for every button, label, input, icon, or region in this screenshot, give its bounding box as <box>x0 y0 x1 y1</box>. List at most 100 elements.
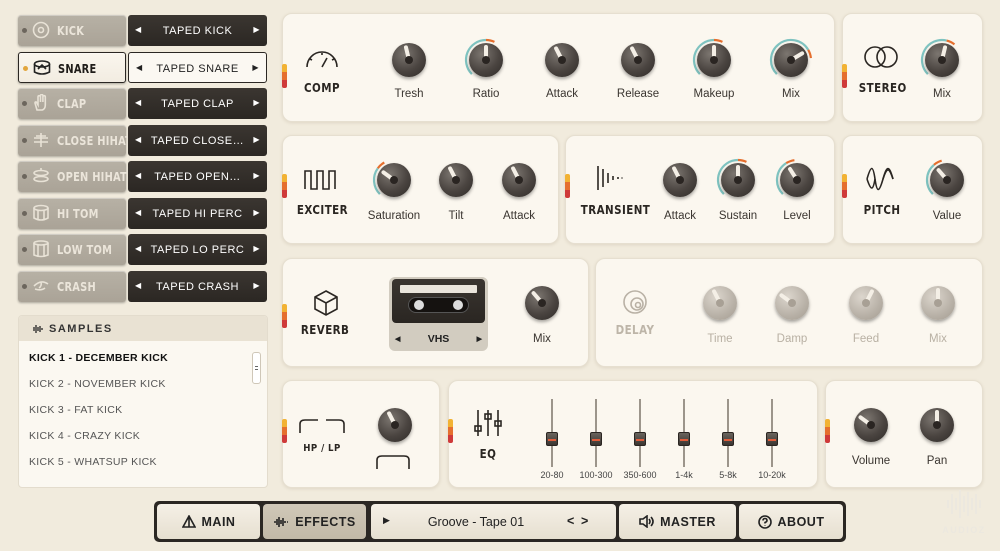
main-button[interactable]: MAIN <box>157 504 260 539</box>
sample-item[interactable]: KICK 5 - WHATSUP KICK <box>29 456 157 468</box>
knob[interactable] <box>387 38 431 82</box>
prev-sample-arrow[interactable]: ◀ <box>135 208 142 217</box>
drum-name-button[interactable]: LOW TOM <box>18 234 126 265</box>
next-sample-arrow[interactable]: ▶ <box>253 208 260 217</box>
next-sample-arrow[interactable]: ▶ <box>253 171 260 180</box>
drum-row-crash[interactable]: CRASH ◀ TAPED CRASH ▶ <box>18 270 267 302</box>
highpass-icon[interactable] <box>299 418 319 434</box>
square-wave-icon <box>304 170 336 190</box>
drum-name-button[interactable]: OPEN HIHAT <box>18 161 128 192</box>
knob[interactable] <box>434 158 478 202</box>
knob[interactable] <box>925 158 969 202</box>
drum-name-button[interactable]: CLAP <box>18 88 126 119</box>
next-sample-arrow[interactable]: ▶ <box>253 244 260 253</box>
drum-led <box>22 101 27 106</box>
prev-sample-arrow[interactable]: ◀ <box>135 281 142 290</box>
knob[interactable] <box>497 158 541 202</box>
sample-item[interactable]: KICK 1 - DECEMBER KICK <box>29 352 168 364</box>
prev-sample-arrow[interactable]: ◀ <box>135 98 142 107</box>
knob[interactable] <box>769 38 813 82</box>
prev-sample-arrow[interactable]: ◀ <box>136 63 143 72</box>
drum-name-button[interactable]: CRASH <box>18 270 126 302</box>
drum-row-close-hihat[interactable]: CLOSE HIHAT ◀ TAPED CLOSE… ▶ <box>18 124 267 156</box>
drum-row-hi-tom[interactable]: HI TOM ◀ TAPED HI PERC ▶ <box>18 197 267 229</box>
drum-row-clap[interactable]: CLAP ◀ TAPED CLAP ▶ <box>18 88 267 119</box>
knob-cap <box>452 176 460 184</box>
preset-selector[interactable]: ▶ Groove - Tape 01 < > <box>371 504 616 539</box>
drum-sample-selector[interactable]: ◀ TAPED OPEN… ▶ <box>128 161 267 192</box>
knob[interactable] <box>916 281 960 325</box>
drum-name-button[interactable]: KICK <box>18 15 126 46</box>
master-button[interactable]: MASTER <box>619 504 736 539</box>
drum-sample-selector[interactable]: ◀ TAPED HI PERC ▶ <box>128 197 267 229</box>
drum-row-kick[interactable]: KICK ◀ TAPED KICK ▶ <box>18 15 267 46</box>
drum-row-snare[interactable]: SNARE ◀ TAPED SNARE ▶ <box>18 51 267 83</box>
drum-sample-selector[interactable]: ◀ TAPED CLOSE… ▶ <box>128 124 267 156</box>
prev-sample-arrow[interactable]: ◀ <box>135 171 142 180</box>
prev-sample-arrow[interactable]: ◀ <box>135 135 142 144</box>
drum-sample-selector[interactable]: ◀ TAPED LO PERC ▶ <box>128 234 267 265</box>
preset-next-button[interactable]: > <box>581 514 588 528</box>
tape-next-arrow[interactable]: ▶ <box>477 335 482 343</box>
knob[interactable] <box>770 281 814 325</box>
knob[interactable] <box>520 281 564 325</box>
drum-name-button[interactable]: HI TOM <box>18 197 126 229</box>
eq-slider[interactable] <box>544 399 560 467</box>
knob[interactable] <box>658 158 702 202</box>
knob[interactable] <box>372 158 416 202</box>
eq-slider[interactable] <box>720 399 736 467</box>
effects-button[interactable]: EFFECTS <box>263 504 366 539</box>
eq-slider-thumb[interactable] <box>590 431 602 446</box>
drum-row-low-tom[interactable]: LOW TOM ◀ TAPED LO PERC ▶ <box>18 234 267 265</box>
eq-slider-thumb[interactable] <box>722 431 734 446</box>
drum-sample-selector[interactable]: ◀ TAPED CRASH ▶ <box>128 270 267 302</box>
drum-sample-selector[interactable]: ◀ TAPED KICK ▶ <box>128 15 267 46</box>
prev-sample-arrow[interactable]: ◀ <box>135 244 142 253</box>
knob[interactable] <box>373 403 417 447</box>
eq-slider[interactable] <box>588 399 604 467</box>
output-panel: Volume Pan <box>825 380 983 488</box>
drum-name-button[interactable]: SNARE <box>18 51 126 83</box>
next-sample-arrow[interactable]: ▶ <box>253 25 260 34</box>
eq-slider[interactable] <box>676 399 692 467</box>
sample-item[interactable]: KICK 2 - NOVEMBER KICK <box>29 378 166 390</box>
eq-slider[interactable] <box>632 399 648 467</box>
gauge-icon <box>306 51 338 68</box>
knob[interactable] <box>616 38 660 82</box>
next-sample-arrow[interactable]: ▶ <box>253 135 260 144</box>
drum-name-button[interactable]: CLOSE HIHAT <box>18 124 132 156</box>
next-sample-arrow[interactable]: ▶ <box>252 63 259 72</box>
knob[interactable] <box>920 38 964 82</box>
eq-slider-thumb[interactable] <box>678 431 690 446</box>
drum-row-open-hihat[interactable]: OPEN HIHAT ◀ TAPED OPEN… ▶ <box>18 161 267 192</box>
next-sample-arrow[interactable]: ▶ <box>253 98 260 107</box>
knob[interactable] <box>464 38 508 82</box>
eq-slider-thumb[interactable] <box>546 431 558 446</box>
knob[interactable] <box>540 38 584 82</box>
knob[interactable] <box>716 158 760 202</box>
drum-sample-selector[interactable]: ◀ TAPED SNARE ▶ <box>128 51 267 83</box>
eq-slider[interactable] <box>764 399 780 467</box>
knob[interactable] <box>698 281 742 325</box>
knob[interactable] <box>844 281 888 325</box>
preset-prev-button[interactable]: < <box>567 514 574 528</box>
eq-slider-thumb[interactable] <box>634 431 646 446</box>
lowpass-icon[interactable] <box>325 418 345 434</box>
next-sample-arrow[interactable]: ▶ <box>253 281 260 290</box>
eq-slider-thumb[interactable] <box>766 431 778 446</box>
knob[interactable] <box>849 403 893 447</box>
vhs-tape-selector[interactable]: ◀ VHS ▶ <box>389 277 488 351</box>
play-icon[interactable]: ▶ <box>383 515 390 526</box>
sample-list-scrollbar[interactable] <box>252 352 261 384</box>
drum-sample-selector[interactable]: ◀ TAPED CLAP ▶ <box>128 88 267 119</box>
sample-item[interactable]: KICK 4 - CRAZY KICK <box>29 430 140 442</box>
knob-cap <box>538 299 546 307</box>
knob[interactable] <box>915 403 959 447</box>
knob[interactable] <box>692 38 736 82</box>
about-button[interactable]: ABOUT <box>739 504 843 539</box>
sample-item[interactable]: KICK 3 - FAT KICK <box>29 404 122 416</box>
tape-prev-arrow[interactable]: ◀ <box>395 335 400 343</box>
prev-sample-arrow[interactable]: ◀ <box>135 25 142 34</box>
drum-label: OPEN HIHAT <box>57 170 128 184</box>
knob[interactable] <box>775 158 819 202</box>
